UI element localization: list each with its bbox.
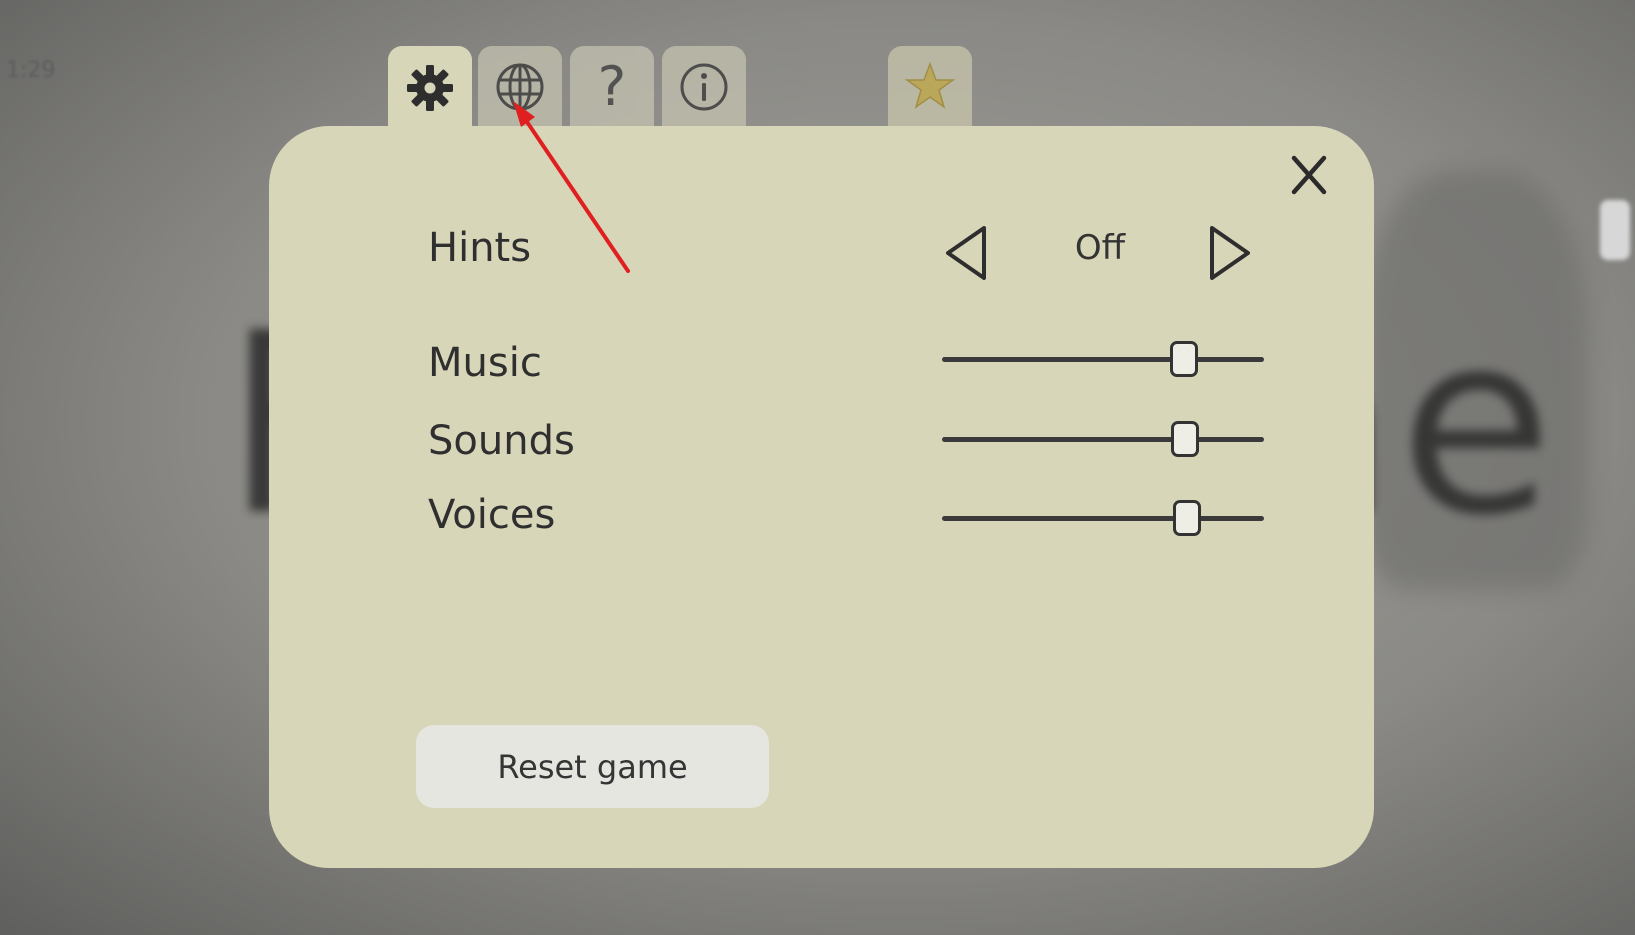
background-shape xyxy=(1600,200,1630,260)
slider-track xyxy=(942,437,1264,442)
reset-game-button[interactable]: Reset game xyxy=(416,725,769,808)
voices-slider[interactable] xyxy=(942,498,1264,538)
slider-thumb[interactable] xyxy=(1169,341,1198,377)
globe-icon xyxy=(496,63,544,111)
hints-value: Off xyxy=(1074,228,1126,268)
slider-thumb[interactable] xyxy=(1172,500,1201,536)
info-icon xyxy=(680,63,728,111)
tab-settings[interactable] xyxy=(388,46,472,130)
music-slider[interactable] xyxy=(942,339,1264,379)
question-mark-icon: ? xyxy=(597,55,627,118)
slider-thumb[interactable] xyxy=(1171,421,1200,457)
hints-previous-button[interactable] xyxy=(942,223,990,283)
tab-help[interactable]: ? xyxy=(570,46,654,128)
tab-language[interactable] xyxy=(478,46,562,128)
gear-icon xyxy=(407,65,453,111)
voices-label: Voices xyxy=(428,492,556,538)
close-button[interactable] xyxy=(1288,152,1330,198)
tab-about[interactable] xyxy=(662,46,746,128)
slider-track xyxy=(942,516,1264,521)
music-label: Music xyxy=(428,340,542,386)
hints-next-button[interactable] xyxy=(1206,223,1254,283)
star-icon xyxy=(904,61,956,109)
background-clock: 1:29 xyxy=(6,58,56,83)
hints-label: Hints xyxy=(428,225,532,271)
tab-achievements[interactable] xyxy=(888,46,972,128)
sounds-label: Sounds xyxy=(428,418,575,464)
slider-track xyxy=(942,357,1264,362)
sounds-slider[interactable] xyxy=(942,419,1264,459)
